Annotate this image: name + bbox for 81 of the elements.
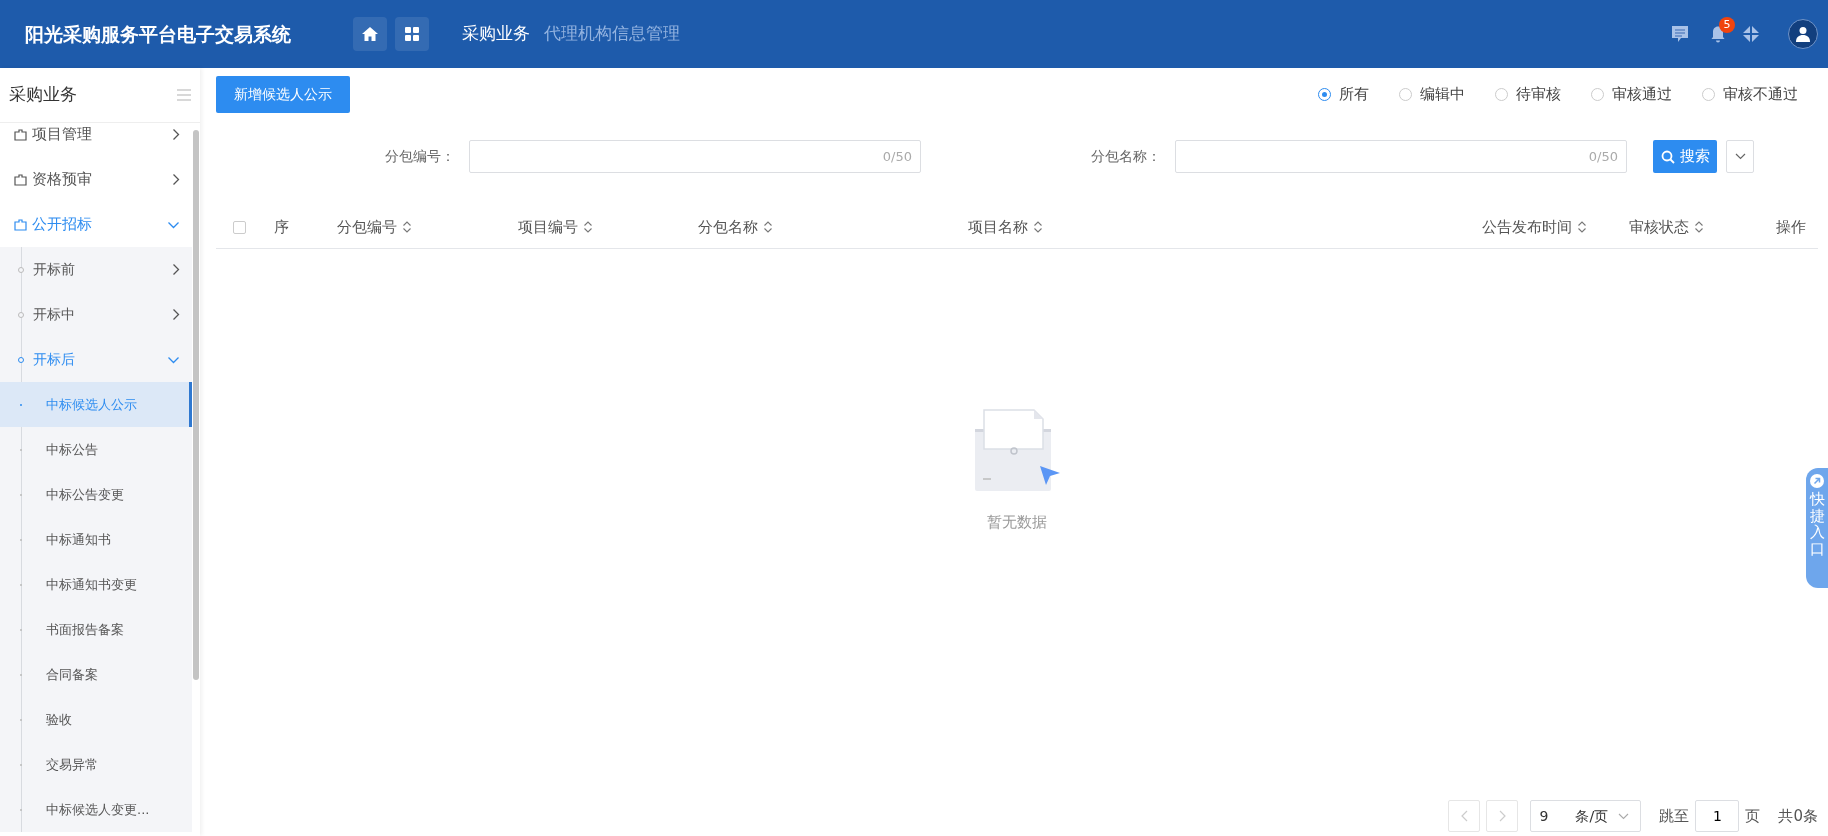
chevron-down-icon: [1734, 153, 1746, 160]
chevron-down-icon: [167, 355, 180, 364]
select-all-checkbox[interactable]: [233, 220, 246, 234]
sort-icon: [1033, 220, 1043, 234]
menu-toggle-button[interactable]: [177, 89, 191, 101]
status-radio[interactable]: 编辑中: [1399, 83, 1465, 106]
folder-icon: [14, 173, 27, 186]
field-label: 分包编号：: [384, 147, 455, 166]
column-header: 序: [273, 216, 290, 238]
status-radio[interactable]: 审核通过: [1591, 83, 1672, 106]
chevron-down-icon: [1618, 812, 1630, 820]
chevron-right-icon: [172, 263, 180, 276]
user-silhouette-icon: [1796, 26, 1810, 42]
bell-icon: [1710, 25, 1726, 43]
sort-icon: [763, 220, 773, 234]
scrollbar[interactable]: [193, 130, 199, 680]
layout-button[interactable]: [1742, 25, 1760, 43]
page-unit-label: 页: [1745, 805, 1761, 827]
sidebar-item[interactable]: 资格预审: [0, 157, 192, 202]
sidebar-item[interactable]: 中标通知书变更: [0, 562, 192, 607]
total-count: 共0条: [1778, 805, 1818, 827]
bullet-icon: [18, 266, 24, 273]
column-header[interactable]: 公告发布时间: [1464, 215, 1611, 239]
notification-button[interactable]: [1710, 25, 1726, 43]
arrow-circle-icon: [1810, 474, 1824, 488]
column-header[interactable]: 项目编号: [500, 215, 680, 239]
page-input[interactable]: 1: [1695, 800, 1740, 832]
chevron-right-icon: [1498, 810, 1506, 822]
grid-icon: [404, 26, 420, 42]
message-button[interactable]: [1670, 24, 1690, 44]
pinwheel-icon: [1742, 25, 1760, 43]
column-header[interactable]: 项目名称: [950, 215, 1464, 239]
column-header: 操作: [1775, 216, 1807, 238]
page-size-select[interactable]: 9 条/页: [1530, 800, 1642, 832]
home-icon: [361, 26, 379, 42]
folder-icon: [14, 128, 27, 141]
chevron-right-icon: [172, 173, 180, 186]
nav-tab[interactable]: 采购业务: [462, 21, 530, 47]
column-header[interactable]: 审核状态: [1611, 215, 1745, 239]
sort-icon: [583, 220, 593, 234]
app-title: 阳光采购服务平台电子交易系统: [24, 21, 292, 47]
character-counter: 0/50: [1588, 147, 1618, 166]
column-header[interactable]: 分包名称: [680, 215, 950, 239]
chevron-left-icon: [1460, 810, 1468, 822]
sort-icon: [1694, 220, 1704, 234]
sort-icon: [402, 220, 412, 234]
bullet-icon: [18, 311, 24, 318]
sidebar-item[interactable]: 开标中: [0, 292, 192, 337]
menu-icon: [177, 89, 191, 101]
sidebar-item[interactable]: 合同备案: [0, 652, 192, 697]
home-button[interactable]: [353, 17, 387, 51]
sidebar-item[interactable]: 中标公告变更: [0, 472, 192, 517]
sidebar-item[interactable]: 开标前: [0, 247, 192, 292]
sidebar-item[interactable]: 中标候选人变更...: [0, 787, 192, 832]
sidebar-item[interactable]: 交易异常: [0, 742, 192, 787]
field-label: 分包名称：: [1090, 147, 1161, 166]
folder-icon: [14, 218, 27, 231]
sidebar-item[interactable]: 书面报告备案: [0, 607, 192, 652]
status-radio[interactable]: 所有: [1318, 83, 1369, 106]
notification-badge: 5: [1719, 17, 1735, 33]
apps-button[interactable]: [395, 17, 429, 51]
search-icon: [1660, 149, 1675, 164]
sidebar-item[interactable]: 验收: [0, 697, 192, 742]
bullet-icon: [18, 356, 24, 363]
jump-label: 跳至: [1659, 805, 1690, 827]
chevron-down-icon: [167, 220, 180, 229]
chat-icon: [1670, 24, 1690, 44]
user-avatar[interactable]: [1788, 19, 1818, 49]
sidebar-item[interactable]: 公开招标: [0, 202, 192, 247]
sidebar-item[interactable]: 中标通知书: [0, 517, 192, 562]
chevron-right-icon: [172, 128, 180, 141]
chevron-right-icon: [172, 308, 180, 321]
status-radio[interactable]: 审核不通过: [1702, 83, 1798, 106]
sidebar-item[interactable]: 项目管理: [0, 123, 192, 157]
empty-message: 暂无数据: [987, 512, 1047, 533]
status-radio[interactable]: 待审核: [1495, 83, 1561, 106]
character-counter: 0/50: [882, 147, 912, 166]
sidebar-item[interactable]: 中标公告: [0, 427, 192, 472]
sidebar-title: 采购业务: [9, 83, 77, 107]
sort-icon: [1577, 220, 1587, 234]
column-header[interactable]: 分包编号: [319, 215, 500, 239]
